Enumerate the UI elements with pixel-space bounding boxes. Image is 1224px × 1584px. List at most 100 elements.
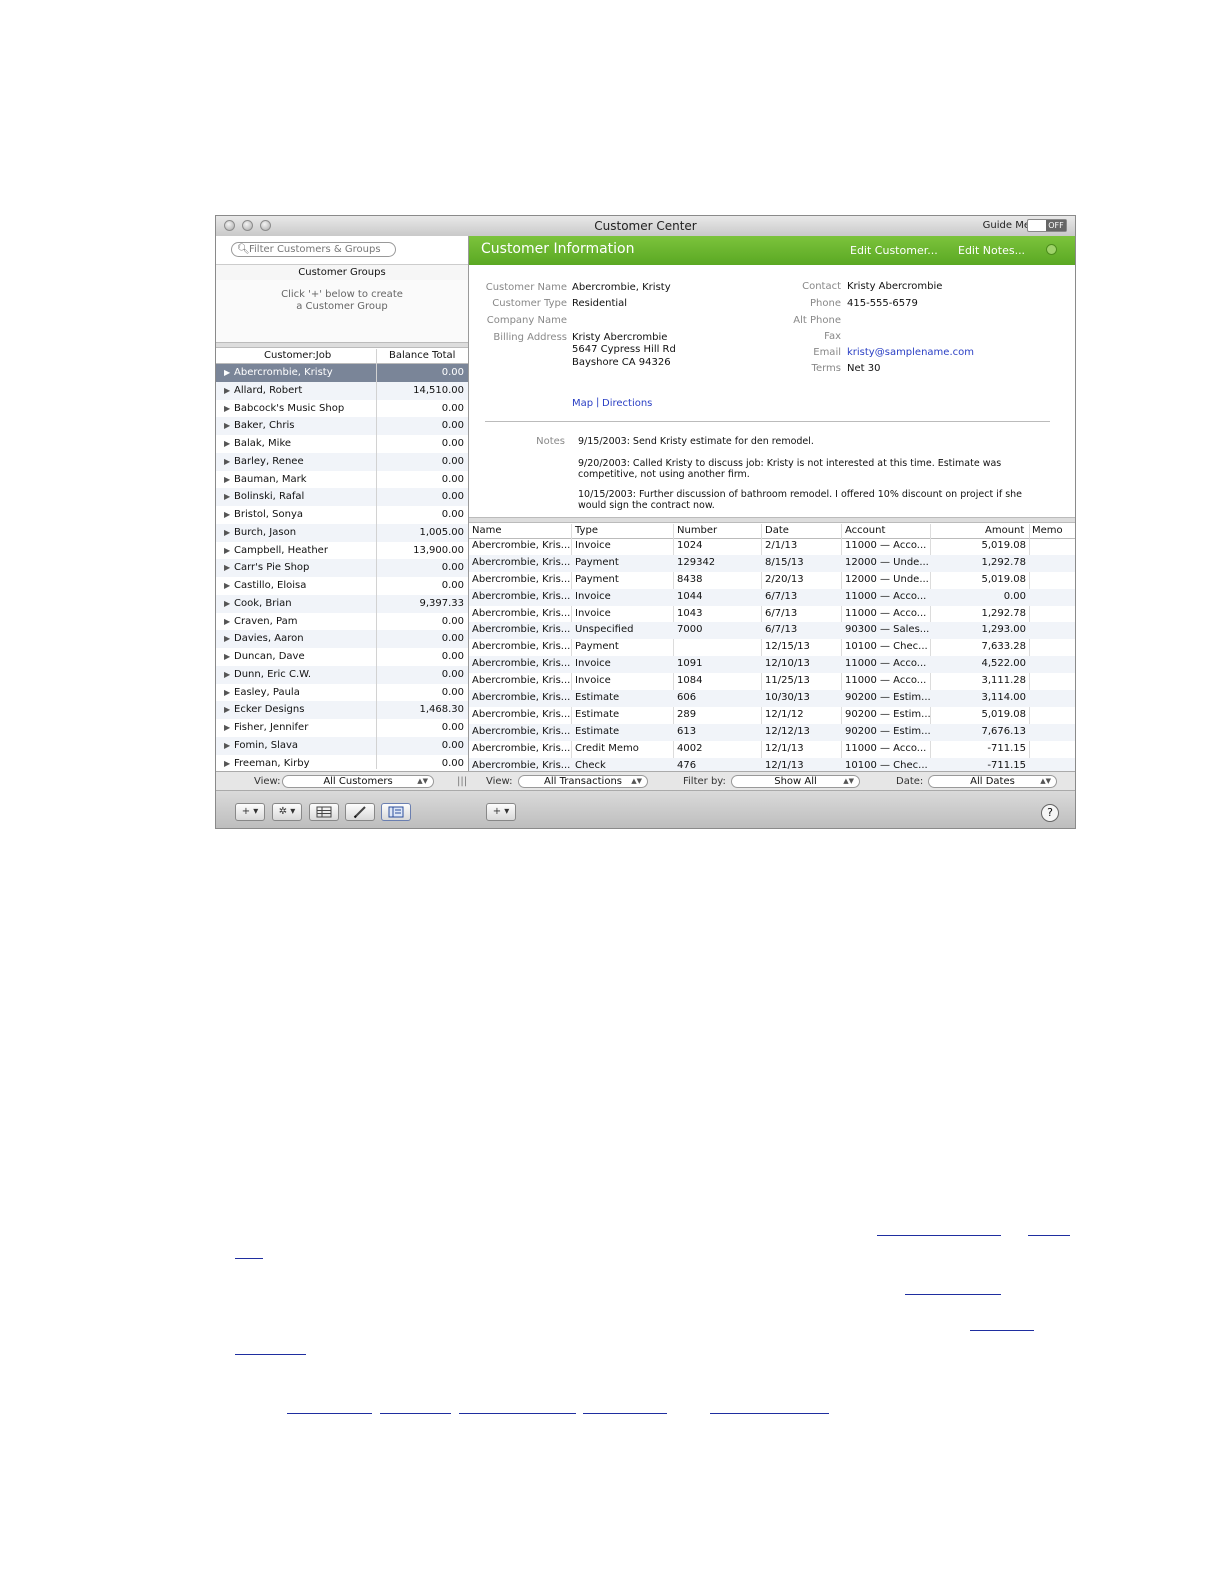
transaction-row[interactable]: Abercrombie, Kris... Estimate 613 12/12/13 9… <box>469 723 1075 741</box>
doc-link-underline[interactable] <box>235 1258 263 1259</box>
customer-row[interactable]: ▶ Abercrombie, Kristy 0.00 <box>216 364 468 382</box>
transaction-row[interactable]: Abercrombie, Kris... Invoice 1044 6/7/13 110… <box>469 588 1075 606</box>
transaction-row[interactable]: Abercrombie, Kris... Invoice 1084 11/25/13 1… <box>469 673 1075 690</box>
directions-link[interactable]: Directions <box>602 398 652 409</box>
transaction-row[interactable]: Abercrombie, Kris... Check 476 12/1/13 10100… <box>469 757 1075 771</box>
customer-row[interactable]: ▶ Carr's Pie Shop 0.00 <box>216 559 468 577</box>
customer-row[interactable]: ▶ Babcock's Music Shop 0.00 <box>216 400 468 418</box>
customer-row[interactable]: ▶ Bristol, Sonya 0.00 <box>216 506 468 524</box>
transaction-view-select[interactable]: All Transactions ▲▼ <box>518 775 648 788</box>
disclosure-triangle-icon[interactable]: ▶ <box>224 542 230 560</box>
customer-row[interactable]: ▶ Castillo, Eloisa 0.00 <box>216 577 468 595</box>
customer-row[interactable]: ▶ Burch, Jason 1,005.00 <box>216 523 468 542</box>
doc-link-underline[interactable] <box>1028 1235 1070 1236</box>
disclosure-triangle-icon[interactable]: ▶ <box>224 613 230 631</box>
disclosure-triangle-icon[interactable]: ▶ <box>224 755 230 773</box>
transaction-row[interactable]: Abercrombie, Kris... Payment 129342 8/15/13… <box>469 554 1075 572</box>
edit-button[interactable] <box>345 803 375 821</box>
filter-select[interactable]: Show All ▲▼ <box>731 775 860 788</box>
disclosure-triangle-icon[interactable]: ▶ <box>224 719 230 737</box>
disclosure-triangle-icon[interactable]: ▶ <box>224 453 230 471</box>
disclosure-triangle-icon[interactable]: ▶ <box>224 471 230 489</box>
customer-row[interactable]: ▶ Fisher, Jennifer 0.00 <box>216 719 468 737</box>
customer-row[interactable]: ▶ Campbell, Heather 13,900.00 <box>216 542 468 560</box>
customer-row[interactable]: ▶ Bauman, Mark 0.00 <box>216 471 468 489</box>
doc-link-underline[interactable] <box>905 1294 1001 1295</box>
customer-row[interactable]: ▶ Freeman, Kirby 0.00 <box>216 755 468 773</box>
customer-row[interactable]: ▶ Duncan, Dave 0.00 <box>216 648 468 666</box>
doc-link-underline[interactable] <box>459 1413 576 1414</box>
disclosure-triangle-icon[interactable]: ▶ <box>224 630 230 648</box>
list-view-button[interactable] <box>309 803 339 821</box>
disclosure-triangle-icon[interactable]: ▶ <box>224 684 230 702</box>
doc-link-underline[interactable] <box>235 1354 306 1355</box>
transaction-row[interactable]: Abercrombie, Kris... Estimate 606 10/30/13 9… <box>469 690 1075 707</box>
add-transaction-button[interactable]: + ▾ <box>486 803 516 821</box>
col-account[interactable]: Account <box>845 525 885 536</box>
customer-row[interactable]: ▶ Allard, Robert 14,510.00 <box>216 381 468 400</box>
transaction-row[interactable]: Abercrombie, Kris... Invoice 1091 12/10/13 1… <box>469 656 1075 674</box>
col-type[interactable]: Type <box>575 525 598 536</box>
transaction-row[interactable]: Abercrombie, Kris... Invoice 1043 6/7/13 110… <box>469 606 1075 623</box>
resize-grip-icon[interactable]: ||| <box>457 776 467 787</box>
transaction-row[interactable]: Abercrombie, Kris... Unspecified 7000 6/7/1… <box>469 622 1075 640</box>
customer-row[interactable]: ▶ Cook, Brian 9,397.33 <box>216 594 468 613</box>
col-number[interactable]: Number <box>677 525 717 536</box>
add-customer-button[interactable]: + ▾ <box>235 803 265 821</box>
disclosure-triangle-icon[interactable]: ▶ <box>224 737 230 755</box>
help-button[interactable]: ? <box>1041 804 1059 822</box>
customer-row[interactable]: ▶ Davies, Aaron 0.00 <box>216 630 468 648</box>
detail-view-button[interactable] <box>381 803 411 821</box>
disclosure-triangle-icon[interactable]: ▶ <box>224 666 230 684</box>
col-amount[interactable]: Amount <box>985 525 1024 536</box>
guide-me-toggle[interactable]: OFF <box>1027 219 1067 232</box>
disclosure-triangle-icon[interactable]: ▶ <box>224 400 230 418</box>
col-date[interactable]: Date <box>765 525 789 536</box>
transaction-row[interactable]: Abercrombie, Kris... Credit Memo 4002 12/1/… <box>469 741 1075 758</box>
doc-link-underline[interactable] <box>583 1413 667 1414</box>
gear-menu-button[interactable]: ✲ ▾ <box>272 803 302 821</box>
doc-link-underline[interactable] <box>380 1413 451 1414</box>
col-memo[interactable]: Memo <box>1032 525 1063 536</box>
disclosure-triangle-icon[interactable]: ▶ <box>224 595 230 613</box>
disclosure-triangle-icon[interactable]: ▶ <box>224 701 230 719</box>
customer-row[interactable]: ▶ Dunn, Eric C.W. 0.00 <box>216 665 468 684</box>
transaction-row[interactable]: Abercrombie, Kris... Payment 8438 2/20/13 12… <box>469 572 1075 589</box>
customer-row[interactable]: ▶ Craven, Pam 0.00 <box>216 613 468 631</box>
edit-customer-button[interactable]: Edit Customer... <box>850 244 938 257</box>
doc-link-underline[interactable] <box>287 1413 372 1414</box>
date-select[interactable]: All Dates ▲▼ <box>928 775 1057 788</box>
notes-splitter[interactable] <box>469 517 1075 523</box>
disclosure-triangle-icon[interactable]: ▶ <box>224 435 230 453</box>
disclosure-triangle-icon[interactable]: ▶ <box>224 524 230 542</box>
doc-link-underline[interactable] <box>970 1330 1034 1331</box>
col-customer-job[interactable]: Customer:Job <box>264 350 331 361</box>
disclosure-triangle-icon[interactable]: ▶ <box>224 417 230 435</box>
col-name[interactable]: Name <box>472 525 502 536</box>
customer-row[interactable]: ▶ Ecker Designs 1,468.30 <box>216 701 468 719</box>
doc-link-underline[interactable] <box>710 1413 829 1414</box>
transaction-row[interactable]: Abercrombie, Kris... Estimate 289 12/1/12 90… <box>469 707 1075 724</box>
edit-notes-button[interactable]: Edit Notes... <box>958 244 1025 257</box>
customer-row[interactable]: ▶ Bolinski, Rafal 0.00 <box>216 488 468 506</box>
customer-row[interactable]: ▶ Easley, Paula 0.00 <box>216 684 468 702</box>
doc-link-underline[interactable] <box>877 1235 1001 1236</box>
disclosure-triangle-icon[interactable]: ▶ <box>224 488 230 506</box>
disclosure-triangle-icon[interactable]: ▶ <box>224 364 230 382</box>
customer-row[interactable]: ▶ Barley, Renee 0.00 <box>216 452 468 471</box>
disclosure-triangle-icon[interactable]: ▶ <box>224 648 230 666</box>
col-balance-total[interactable]: Balance Total <box>389 350 455 361</box>
disclosure-triangle-icon[interactable]: ▶ <box>224 577 230 595</box>
groups-splitter[interactable] <box>216 342 468 348</box>
customer-view-select[interactable]: All Customers ▲▼ <box>282 775 434 788</box>
info-action-icon[interactable] <box>1046 244 1057 255</box>
email-link[interactable]: kristy@samplename.com <box>847 347 974 358</box>
disclosure-triangle-icon[interactable]: ▶ <box>224 559 230 577</box>
customer-row[interactable]: ▶ Fomin, Slava 0.00 <box>216 736 468 755</box>
transaction-row[interactable]: Abercrombie, Kris... Invoice 1024 2/1/13 110… <box>469 538 1075 555</box>
customer-row[interactable]: ▶ Balak, Mike 0.00 <box>216 435 468 453</box>
transaction-row[interactable]: Abercrombie, Kris... Payment 12/15/13 10100… <box>469 639 1075 656</box>
map-link[interactable]: Map <box>572 398 593 409</box>
disclosure-triangle-icon[interactable]: ▶ <box>224 506 230 524</box>
customer-row[interactable]: ▶ Baker, Chris 0.00 <box>216 417 468 435</box>
